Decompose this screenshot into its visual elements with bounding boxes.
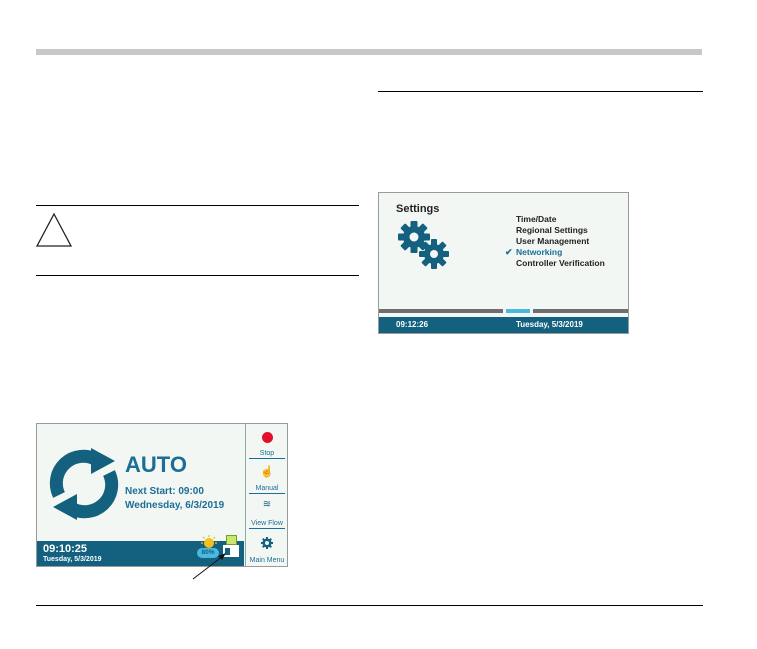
settings-title: Settings: [396, 203, 440, 215]
hand-icon: ☝: [260, 466, 274, 478]
warning-triangle-icon: [35, 212, 73, 247]
settings-screen: Settings Time/Date Regional Settings Use…: [378, 192, 629, 334]
settings-menu: Time/Date Regional Settings User Managem…: [505, 214, 605, 269]
warning-bottom-rule: [36, 275, 359, 276]
gears-icon: [398, 221, 449, 269]
main-menu-button[interactable]: Main Menu: [246, 529, 287, 566]
footer-date: Tuesday, 5/3/2019: [516, 320, 583, 329]
warning-top-rule: [36, 205, 359, 206]
page-bottom-rule: [36, 605, 703, 606]
callout-arrow: [192, 553, 226, 580]
view-flow-button[interactable]: ≋ View Flow: [246, 494, 287, 529]
top-gray-band: [36, 49, 702, 55]
settings-footer: 09:12:26 Tuesday, 5/3/2019: [379, 317, 628, 333]
menu-item-user-management[interactable]: User Management: [516, 236, 605, 247]
auto-screen: AUTO Next Start: 09:00 Wednesday, 6/3/20…: [36, 423, 288, 567]
stop-icon: [262, 432, 273, 443]
menu-item-controller-verification[interactable]: Controller Verification: [516, 258, 605, 269]
current-date: Tuesday, 5/3/2019: [43, 556, 102, 563]
page-indicator: [379, 309, 628, 313]
next-start-label: Next Start: 09:00: [125, 486, 204, 497]
current-time: 09:10:25: [43, 543, 88, 555]
checkmark-icon: ✔: [505, 247, 513, 257]
footer-time: 09:12:26: [396, 320, 429, 329]
manual-button[interactable]: ☝ Manual: [246, 459, 287, 494]
menu-item-networking[interactable]: ✔ Networking: [505, 247, 605, 258]
gear-icon: [261, 537, 273, 549]
stop-button[interactable]: Stop: [246, 424, 287, 459]
flow-icon: ≋: [262, 499, 272, 510]
mode-label: AUTO: [125, 452, 187, 477]
next-start-date: Wednesday, 6/3/2019: [125, 500, 225, 511]
right-column-rule: [378, 91, 703, 92]
menu-item-time-date[interactable]: Time/Date: [516, 214, 605, 225]
auto-cycle-icon: [49, 448, 119, 520]
menu-item-regional-settings[interactable]: Regional Settings: [516, 225, 605, 236]
sidebar: Stop ☝ Manual ≋ View Flow Main Menu: [245, 424, 287, 566]
